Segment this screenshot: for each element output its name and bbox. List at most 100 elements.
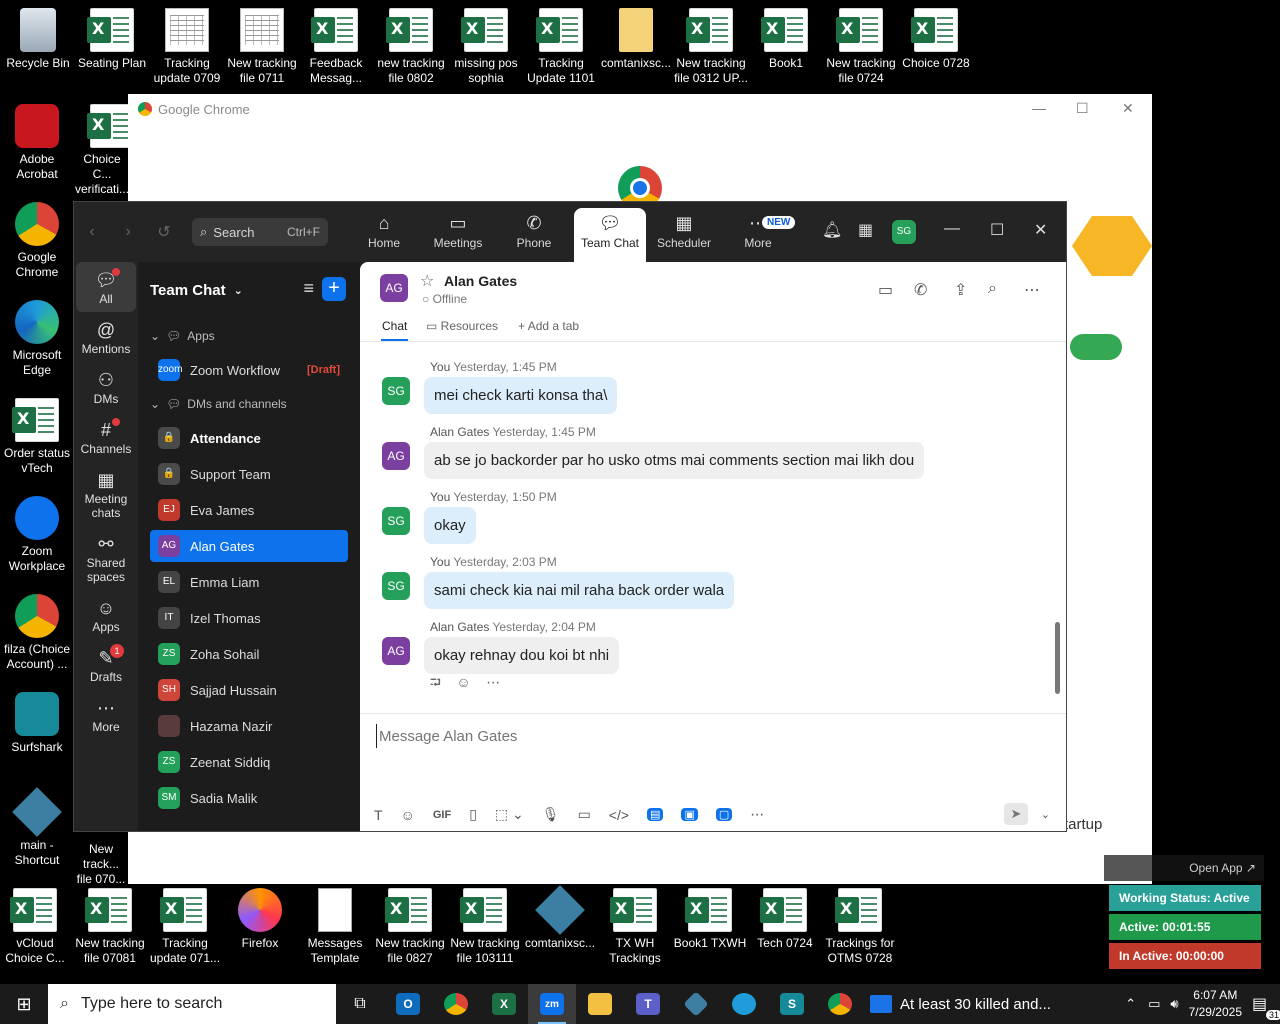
notification-icon[interactable]: ▤ 31	[1252, 994, 1280, 1020]
tab-team-chat[interactable]: 💬︎ Team Chat	[574, 208, 646, 262]
filter-icon[interactable]: ≡	[303, 278, 314, 299]
desktop-icon[interactable]: Choice 0728	[898, 8, 974, 71]
desktop-icon[interactable]: Book1	[748, 8, 824, 71]
rail-item-shared-spaces[interactable]: ⚯ Shared spaces	[76, 526, 136, 590]
chrome-titlebar[interactable]: Google Chrome	[128, 94, 1152, 124]
tab-home[interactable]: ⌂ Home	[348, 208, 420, 262]
bell-icon[interactable]: 🔔︎	[822, 220, 842, 240]
message-bubble[interactable]: sami check kia nai mil raha back order w…	[424, 572, 735, 609]
screenshot-icon[interactable]: ⬚ ⌄	[495, 806, 524, 823]
desktop-icon[interactable]: Book1 TXWH	[672, 888, 748, 951]
forward-arrow-icon[interactable]: ›	[110, 223, 146, 241]
format-text-icon[interactable]: T	[374, 807, 383, 823]
tab-chat[interactable]: Chat	[380, 319, 409, 341]
desktop-icon[interactable]: main - Shortcut	[0, 787, 75, 868]
windows-start-button[interactable]: ⊞	[0, 984, 48, 1024]
new-chat-button[interactable]: +	[322, 277, 346, 301]
message-input[interactable]	[376, 724, 1016, 748]
code-icon[interactable]: </>	[609, 807, 629, 823]
tab-add[interactable]: + Add a tab	[518, 319, 579, 333]
reply-icon[interactable]: ⮒	[430, 674, 441, 690]
desktop-icon[interactable]: New tracking file 0827	[372, 888, 448, 966]
contact-name[interactable]: Alan Gates	[444, 273, 517, 289]
sidebar-item[interactable]: AG Alan Gates	[150, 530, 348, 562]
open-app-button[interactable]: Open App ↗	[1104, 855, 1264, 881]
desktop-icon[interactable]: Firefox	[222, 888, 298, 951]
desktop-icon[interactable]: Google Chrome	[0, 202, 75, 280]
network-icon[interactable]: ▭	[1148, 996, 1160, 1012]
chrome-icon[interactable]	[816, 984, 864, 1024]
app-icon[interactable]: ▣	[681, 808, 698, 821]
close-icon[interactable]: ✕	[1122, 100, 1134, 117]
section-apps[interactable]: ⌄ 💬︎ Apps	[138, 326, 360, 346]
desktop-icon[interactable]: New tracking file 07081	[72, 888, 148, 966]
file-icon[interactable]: ▯	[469, 806, 477, 823]
more-icon[interactable]: ⋯	[750, 806, 764, 823]
back-arrow-icon[interactable]: ‹	[74, 223, 110, 241]
video-icon[interactable]: ▭	[878, 280, 893, 300]
search-input[interactable]: ⌕ Search Ctrl+F	[192, 218, 328, 246]
rail-item-meeting-chats[interactable]: ▦ Meeting chats	[76, 462, 136, 526]
desktop-icon[interactable]: Surfshark	[0, 692, 75, 755]
desktop-icon[interactable]: comtanixsc...	[522, 885, 598, 951]
emoji-icon[interactable]: ☺	[401, 807, 415, 823]
sidebar-item[interactable]: zoom Zoom Workflow [Draft]	[150, 354, 348, 386]
app-icon[interactable]: ▢	[715, 808, 733, 821]
message-bubble[interactable]: mei check karti konsa tha\	[424, 377, 618, 414]
surfshark-icon[interactable]: S	[768, 984, 816, 1024]
message-bubble[interactable]: ab se jo backorder par ho usko otms mai …	[424, 442, 925, 479]
desktop-icon[interactable]: TX WH Trackings	[597, 888, 673, 966]
sidebar-item[interactable]: 🔒 Support Team	[150, 458, 348, 490]
message-bubble[interactable]: okay rehnay dou koi bt nhi	[424, 637, 620, 674]
rail-item-mentions[interactable]: @ Mentions	[76, 312, 136, 362]
section-dms[interactable]: ⌄ 💬︎ DMs and channels	[138, 394, 360, 414]
avatar[interactable]: SG	[892, 220, 916, 244]
sidebar-item[interactable]: ZS Zeenat Siddiq	[150, 746, 348, 778]
sidebar-item[interactable]: SM Sadia Malik	[150, 782, 348, 814]
sidebar-item[interactable]: ZS Zoha Sohail	[150, 638, 348, 670]
news-widget[interactable]: At least 30 killed and...	[870, 995, 1051, 1013]
tab-phone[interactable]: ✆ Phone	[498, 208, 570, 262]
more-icon[interactable]: ⋯	[1024, 280, 1040, 300]
gif-button[interactable]: GIF	[433, 809, 451, 821]
desktop-icon[interactable]: Adobe Acrobat	[0, 104, 75, 182]
rail-item-all[interactable]: 💬︎ All	[76, 262, 136, 312]
rail-item-channels[interactable]: # Channels	[76, 412, 136, 462]
desktop-icon[interactable]: Microsoft Edge	[0, 300, 75, 378]
avatar[interactable]: AG	[380, 274, 408, 302]
chrome-icon[interactable]	[432, 984, 480, 1024]
rail-item-apps[interactable]: ☺ Apps	[76, 590, 136, 640]
star-icon[interactable]: ☆	[420, 271, 434, 291]
maximize-icon[interactable]: ☐	[990, 220, 1004, 240]
sidebar-item[interactable]: EL Emma Liam	[150, 566, 348, 598]
rail-item-drafts[interactable]: ✎ Drafts 1	[76, 640, 136, 690]
more-icon[interactable]: ⋯	[486, 674, 500, 690]
message-bubble[interactable]: okay	[424, 507, 476, 544]
desktop-icon[interactable]: new tracking file 0802	[373, 8, 449, 86]
share-screen-icon[interactable]: ⇪	[954, 280, 967, 300]
file-explorer-icon[interactable]	[576, 984, 624, 1024]
sidebar-item[interactable]: SH Sajjad Hussain	[150, 674, 348, 706]
outlook-icon[interactable]: O	[384, 984, 432, 1024]
desktop-icon[interactable]: Tracking update 071...	[147, 888, 223, 966]
emoji-reaction-icon[interactable]: ☺	[456, 674, 470, 690]
clock[interactable]: 6:07 AM 7/29/2025	[1189, 987, 1242, 1021]
desktop-icon[interactable]: comtanixsc...	[598, 8, 674, 71]
desktop-icon-partial[interactable]: Choice C... verificati...	[74, 104, 130, 197]
desktop-icon[interactable]: Zoom Workplace	[0, 496, 75, 574]
tab-resources[interactable]: ▭ Resources	[426, 319, 498, 333]
desktop-icon[interactable]: filza (Choice Account) ...	[0, 594, 75, 672]
desktop-icon[interactable]: Order status vTech	[0, 398, 75, 476]
desktop-icon-partial[interactable]: New track... file 070...	[74, 842, 128, 887]
history-icon[interactable]: ↺	[146, 222, 182, 242]
minimize-icon[interactable]: —	[1032, 100, 1046, 116]
search-icon[interactable]: ⌕	[988, 280, 997, 298]
microphone-icon[interactable]: 🎙︎	[542, 806, 560, 823]
zoom-icon[interactable]: zm	[528, 984, 576, 1024]
taskbar-search-input[interactable]: ⌕ Type here to search	[48, 984, 336, 1024]
sidebar-item[interactable]: EJ Eva James	[150, 494, 348, 526]
teams-icon[interactable]: T	[624, 984, 672, 1024]
chevron-up-icon[interactable]: ⌃	[1125, 996, 1136, 1012]
sidebar-item[interactable]: IT Izel Thomas	[150, 602, 348, 634]
desktop-icon[interactable]: vCloud Choice C...	[0, 888, 73, 966]
